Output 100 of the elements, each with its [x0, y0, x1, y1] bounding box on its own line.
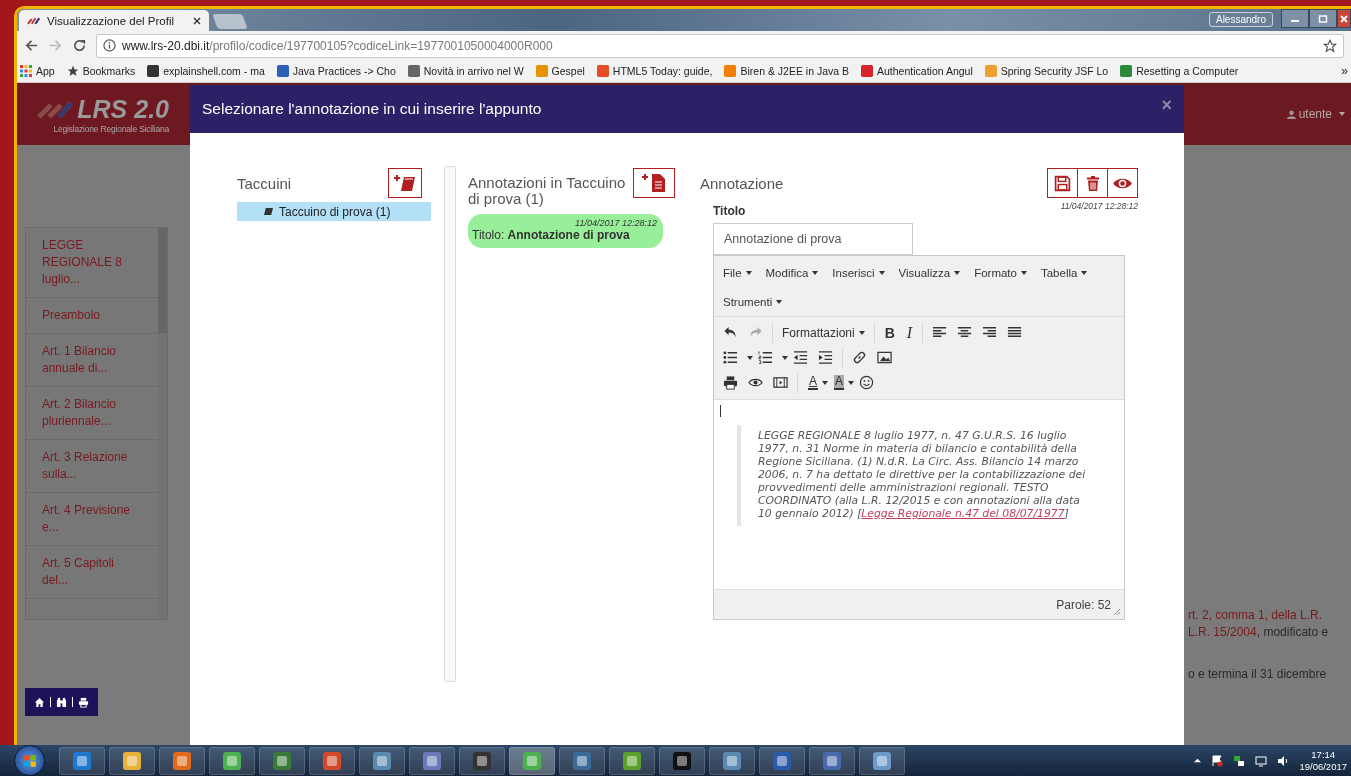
app-icon	[572, 750, 592, 771]
italic-button[interactable]: I	[900, 323, 919, 342]
taskbar-button[interactable]	[209, 746, 255, 775]
binoculars-icon[interactable]	[56, 696, 67, 708]
favicon-icon	[535, 65, 548, 77]
taskbar-button[interactable]	[609, 746, 655, 775]
bookmark-link[interactable]: Novità in arrivo nel W	[407, 65, 524, 77]
caret-icon	[878, 270, 885, 275]
taskbar-button[interactable]	[709, 746, 755, 775]
add-notebook-button[interactable]	[388, 168, 422, 198]
menu-item[interactable]: Modifica	[758, 258, 826, 287]
flag-icon[interactable]	[1211, 754, 1224, 767]
bookmark-link[interactable]: Spring Security JSF Lo	[984, 65, 1109, 77]
bookmark-link[interactable]: Authentication Angul	[861, 65, 973, 77]
link-icon[interactable]	[852, 350, 867, 365]
caret-icon[interactable]	[822, 380, 828, 385]
background-color-button[interactable]: A	[834, 375, 845, 390]
notebook-item[interactable]: Taccuino di prova (1)	[237, 202, 431, 221]
print-icon[interactable]	[78, 696, 89, 708]
outdent-icon[interactable]	[793, 350, 808, 365]
taskbar-button[interactable]	[809, 746, 855, 775]
menu-item[interactable]: Tabella	[1033, 258, 1095, 287]
bookmark-link[interactable]: Resetting a Computer	[1120, 65, 1239, 77]
align-left-icon[interactable]	[932, 325, 948, 340]
bookmark-link[interactable]: Gespel	[535, 65, 585, 77]
more-bookmarks-button[interactable]: »	[1341, 64, 1348, 78]
taskbar-button[interactable]	[559, 746, 605, 775]
taskbar-button[interactable]	[509, 746, 555, 775]
app-icon	[172, 750, 192, 771]
bookmark-link[interactable]: Java Practices -> Cho	[276, 65, 396, 77]
justify-icon[interactable]	[1007, 325, 1023, 340]
clock[interactable]: 17:14 19/06/2017	[1299, 748, 1347, 773]
law-link[interactable]: Legge Regionale n.47 del 08/07/1977	[861, 507, 1065, 520]
styles-dropdown[interactable]: Formattazioni	[777, 325, 870, 340]
align-center-icon[interactable]	[957, 325, 973, 340]
preview-button[interactable]	[1107, 168, 1138, 198]
close-icon	[1339, 13, 1349, 24]
app-icon	[872, 750, 892, 771]
profile-button[interactable]: Alessandro	[1208, 12, 1273, 27]
taskbar-button[interactable]	[109, 746, 155, 775]
text-color-button[interactable]: A	[808, 375, 818, 390]
annotation-title: Titolo: Annotazione di prova	[472, 228, 631, 242]
back-icon[interactable]	[24, 38, 39, 53]
indent-icon[interactable]	[818, 350, 833, 365]
taskbar-button[interactable]	[59, 746, 105, 775]
bookmark-link[interactable]: HTML5 Today: guide,	[596, 65, 713, 77]
home-icon[interactable]	[34, 696, 45, 708]
caret-icon[interactable]	[747, 355, 753, 360]
bookmark-link[interactable]: App	[20, 65, 55, 77]
taskbar-button[interactable]	[359, 746, 405, 775]
taskbar-button[interactable]	[159, 746, 205, 775]
image-icon[interactable]	[877, 350, 892, 365]
minimize-button[interactable]	[1281, 9, 1309, 28]
network-icon[interactable]	[1233, 754, 1246, 767]
save-button[interactable]	[1047, 168, 1078, 198]
menu-item[interactable]: Inserisci	[825, 258, 892, 287]
caret-icon[interactable]	[848, 380, 855, 385]
bookmark-link[interactable]: explainshell.com - ma	[147, 65, 265, 77]
menu-item[interactable]: Formato	[967, 258, 1034, 287]
menu-item[interactable]: File	[716, 258, 759, 287]
taskbar-button[interactable]	[309, 746, 355, 775]
address-field[interactable]: www.lrs-20.dbi.it/profilo/codice/197700105?codiceLink=1977001050004000R000	[96, 33, 1344, 58]
bookmark-link[interactable]: Biren & J2EE in Java B	[724, 65, 849, 77]
smiley-icon[interactable]	[859, 375, 875, 390]
monitor-icon[interactable]	[1255, 754, 1268, 767]
close-button[interactable]: ×	[1161, 95, 1172, 116]
resize-grip-icon[interactable]	[1113, 608, 1121, 616]
bold-button[interactable]: B	[878, 324, 901, 341]
numbered-list-icon[interactable]	[758, 350, 773, 365]
taskbar-button[interactable]	[759, 746, 805, 775]
print-icon[interactable]	[723, 375, 738, 390]
bullet-list-icon[interactable]	[723, 350, 738, 365]
bookmark-star-icon[interactable]	[1323, 38, 1337, 53]
taskbar-button[interactable]	[859, 746, 905, 775]
taskbar-button[interactable]	[259, 746, 305, 775]
annotation-card[interactable]: 11/04/2017 12:28:12 Titolo: Annotazione di prova	[468, 214, 663, 248]
add-annotation-button[interactable]	[633, 168, 675, 198]
maximize-button[interactable]	[1309, 9, 1337, 28]
menu-item[interactable]: Visualizza	[891, 258, 968, 287]
undo-icon[interactable]	[723, 325, 738, 340]
title-input[interactable]: Annotazione di prova	[713, 223, 913, 255]
start-button[interactable]	[14, 745, 45, 776]
show-hidden-icons-icon[interactable]	[1194, 757, 1202, 764]
taskbar-button[interactable]	[459, 746, 505, 775]
taskbar-button[interactable]	[409, 746, 455, 775]
bookmark-link[interactable]: Bookmarks	[66, 65, 136, 77]
user-menu[interactable]: utente	[1286, 107, 1345, 121]
speaker-icon[interactable]	[1277, 754, 1290, 767]
taskbar-button[interactable]	[659, 746, 705, 775]
close-icon[interactable]	[193, 16, 201, 25]
delete-button[interactable]	[1077, 168, 1108, 198]
caret-icon[interactable]	[782, 355, 788, 360]
reload-icon[interactable]	[72, 38, 87, 53]
app-icon	[72, 750, 92, 771]
menu-item[interactable]: Strumenti	[716, 287, 790, 316]
trash-icon	[1084, 174, 1101, 192]
close-button[interactable]	[1337, 9, 1351, 28]
browser-tab[interactable]: Visualizzazione del Profil	[19, 10, 209, 31]
align-right-icon[interactable]	[982, 325, 998, 340]
media-icon[interactable]	[773, 375, 788, 390]
